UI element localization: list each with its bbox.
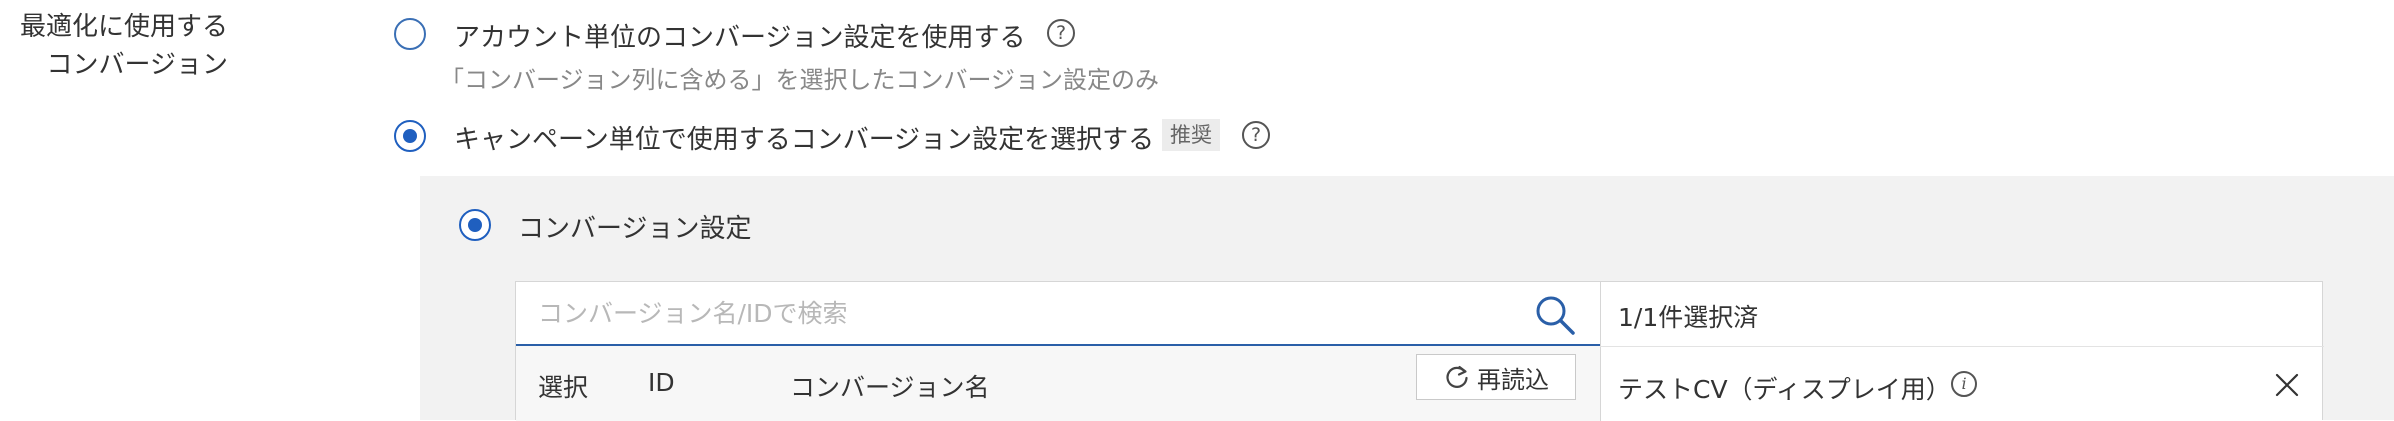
search-icon[interactable] [1534,294,1576,336]
column-header-select: 選択 [538,373,589,402]
selected-divider [1600,346,2324,347]
account-level-option-description: 「コンバージョン列に含める」を選択したコンバージョン設定のみ [440,66,1160,94]
column-header-name: コンバージョン名 [790,373,990,402]
campaign-level-option-label[interactable]: キャンペーン単位で使用するコンバージョン設定を選択する [454,119,1154,156]
section-label: 最適化に使用する コンバージョン [18,8,228,84]
section-label-line2: コンバージョン [46,50,228,80]
close-icon[interactable] [2272,370,2302,400]
table-header: 選択 ID コンバージョン名 再読込 [516,346,1600,421]
question-circle-icon[interactable]: ? [1242,121,1270,149]
account-level-radio[interactable] [394,18,426,50]
reload-button-label: 再読込 [1477,365,1549,394]
column-header-id: ID [648,368,675,397]
selected-item-name: テストCV（ディスプレイ用） [1618,375,1951,404]
conversion-setting-radio[interactable] [459,209,491,241]
search-input[interactable] [536,282,1520,344]
selected-count: 1/1件選択済 [1618,303,1759,332]
info-icon[interactable]: i [1951,371,1977,397]
section-label-line1: 最適化に使用する [19,12,228,42]
column-divider [1600,282,1601,421]
conversion-setting-label[interactable]: コンバージョン設定 [518,208,751,245]
recommended-badge: 推奨 [1162,119,1220,151]
campaign-level-radio[interactable] [394,120,426,152]
conversion-selector: 選択 ID コンバージョン名 再読込 1/1件選択済 テストCV（ディスプレイ用… [515,281,2324,421]
refresh-icon [1446,365,1468,388]
search-box [516,282,1600,346]
account-level-option-label[interactable]: アカウント単位のコンバージョン設定を使用する [454,17,1025,54]
question-circle-icon[interactable]: ? [1047,19,1075,47]
reload-button[interactable]: 再読込 [1416,354,1576,400]
